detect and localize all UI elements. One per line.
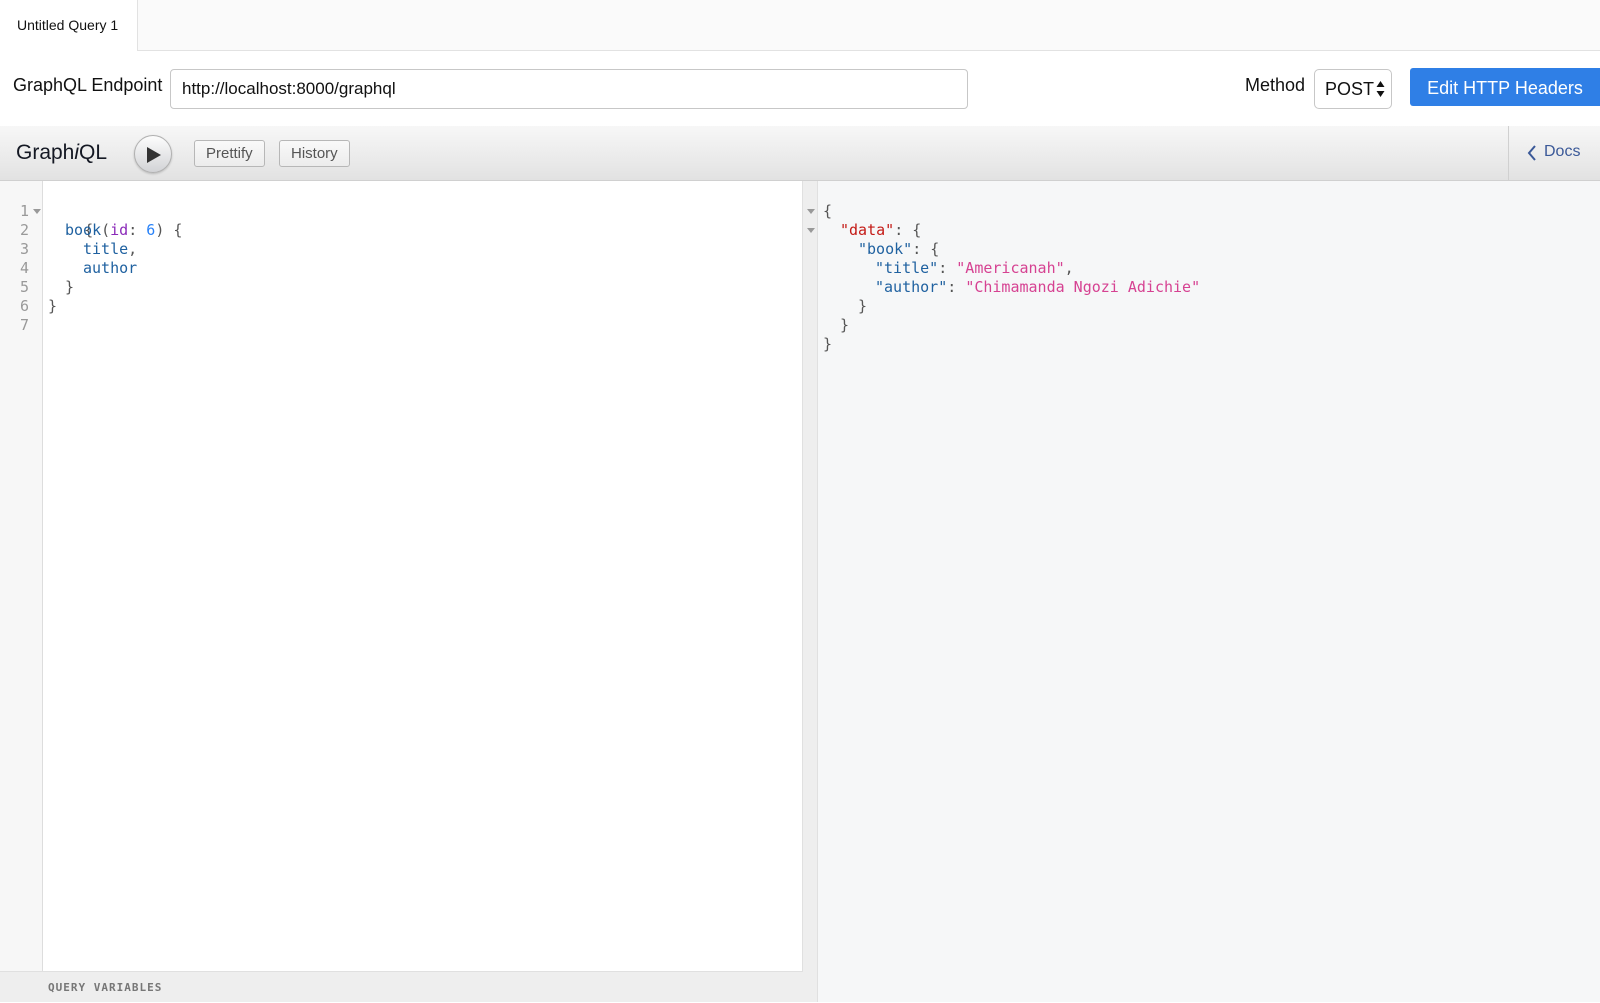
line-number: 2	[19, 221, 29, 239]
endpoint-label: GraphQL Endpoint	[13, 75, 163, 95]
result-line: "title": "Americanah",	[875, 259, 1074, 278]
query-arg-value: 6	[146, 221, 156, 239]
play-icon	[147, 147, 161, 163]
query-line: author	[83, 259, 137, 278]
graphiql-logo: GraphiQL	[16, 141, 107, 165]
fold-arrow-icon[interactable]	[807, 209, 815, 214]
brace: }	[65, 278, 75, 296]
history-button[interactable]: History	[279, 140, 350, 167]
line-number: 3	[19, 240, 29, 258]
endpoint-input[interactable]	[170, 69, 968, 109]
comma: ,	[1064, 259, 1074, 277]
brand-suffix: QL	[79, 141, 108, 164]
query-line: }	[65, 278, 74, 297]
tab-untitled-query[interactable]: Untitled Query 1	[0, 0, 138, 51]
paren: (	[101, 221, 111, 239]
query-editor[interactable]: 1 2 3 4 5 6 7 { book(id: 6) { title, aut…	[0, 181, 803, 1002]
edit-http-headers-button[interactable]: Edit HTTP Headers	[1410, 68, 1600, 106]
result-line: "data": {	[840, 221, 921, 240]
result-key-data: "data"	[840, 221, 895, 239]
result-line: }	[858, 297, 867, 316]
result-line: "book": {	[858, 240, 939, 259]
separator: : {	[894, 221, 922, 239]
result-line: "author": "Chimamanda Ngozi Adichie"	[875, 278, 1200, 297]
brand-prefix: Graph	[16, 141, 75, 164]
result-line: }	[840, 316, 849, 335]
endpoint-row: GraphQL Endpoint Method POST Edit HTTP H…	[0, 51, 1600, 126]
result-key-title: "title"	[875, 259, 939, 277]
colon: :	[128, 221, 147, 239]
query-line: book(id: 6) {	[65, 221, 182, 240]
line-number: 4	[19, 259, 29, 277]
method-label: Method	[1245, 75, 1306, 95]
query-line: {	[48, 202, 93, 239]
execute-query-button[interactable]	[134, 135, 172, 173]
query-arg-name: id	[110, 221, 129, 239]
query-line: title,	[83, 240, 137, 259]
query-line: }	[48, 297, 57, 316]
select-arrows-icon	[1376, 81, 1385, 97]
tab-bar: Untitled Query 1	[0, 0, 1600, 51]
result-value-title: "Americanah"	[956, 259, 1065, 277]
docs-label: Docs	[1544, 143, 1581, 160]
line-number: 5	[19, 278, 29, 296]
method-selected-value: POST	[1325, 79, 1375, 99]
query-variables-toggle[interactable]: QUERY VARIABLES	[0, 971, 803, 1002]
result-gutter	[803, 181, 818, 1002]
result-viewer: { "data": { "book": { "title": "American…	[803, 181, 1600, 1002]
query-field-book: book	[65, 221, 102, 239]
docs-button[interactable]: Docs	[1527, 143, 1580, 161]
colon: :	[938, 259, 957, 277]
comma: ,	[128, 240, 138, 258]
brace: }	[858, 297, 868, 315]
fold-arrow-icon[interactable]	[33, 209, 41, 214]
brace: }	[840, 316, 850, 334]
query-field-author: author	[83, 259, 138, 277]
fold-arrow-icon[interactable]	[807, 228, 815, 233]
query-field-title: title	[83, 240, 129, 258]
docs-area: Docs	[1508, 126, 1600, 181]
line-number: 7	[19, 316, 29, 334]
result-line: }	[823, 335, 832, 354]
result-line: {	[823, 202, 832, 221]
brace: }	[823, 335, 833, 353]
line-number: 6	[19, 297, 29, 315]
chevron-left-icon	[1527, 145, 1536, 161]
result-value-author: "Chimamanda Ngozi Adichie"	[965, 278, 1201, 296]
result-key-author: "author"	[875, 278, 948, 296]
paren: ) {	[155, 221, 183, 239]
line-number: 1	[19, 202, 29, 220]
brace: }	[48, 297, 58, 315]
separator: : {	[912, 240, 940, 258]
method-select[interactable]: POST	[1314, 69, 1392, 109]
result-key-book: "book"	[858, 240, 913, 258]
brace: {	[823, 202, 833, 220]
colon: :	[947, 278, 966, 296]
graphiql-toolbar: GraphiQL Prettify History Docs	[0, 126, 1600, 181]
prettify-button[interactable]: Prettify	[194, 140, 265, 167]
